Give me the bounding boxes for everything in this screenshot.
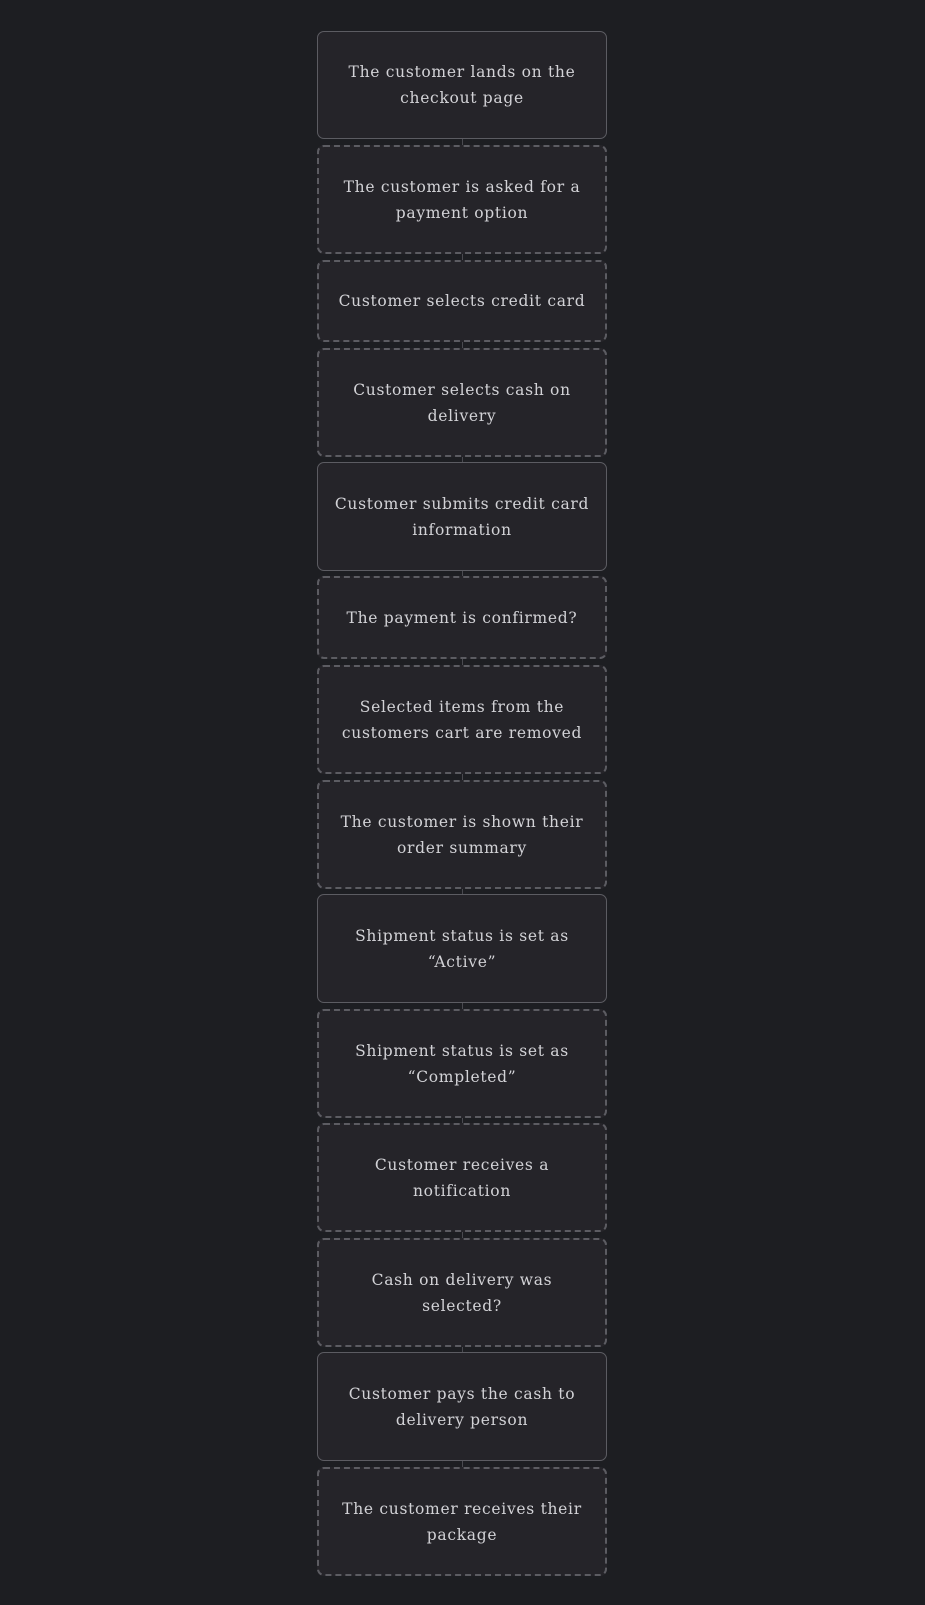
flow-step-label: Shipment status is set as “Active” — [355, 926, 569, 971]
flow-step-label: Customer submits credit card information — [334, 494, 590, 539]
flow-step-label: Selected items from the customers cart a… — [341, 697, 583, 742]
flow-step-label: Customer pays the cash to delivery perso… — [348, 1384, 576, 1429]
flow-step-8: The customer is shown their order summar… — [317, 780, 607, 889]
flow-step-label: Cash on delivery was selected? — [371, 1270, 553, 1315]
flow-step-label: The customer is shown their order summar… — [340, 812, 584, 857]
flow-step-label: Customer receives a notification — [374, 1155, 550, 1200]
flow-diagram: The customer lands on the checkout page … — [0, 0, 925, 1605]
flow-step-7: Selected items from the customers cart a… — [317, 665, 607, 774]
flow-step-1: The customer lands on the checkout page — [317, 31, 607, 139]
flow-step-3: Customer selects credit card — [317, 260, 607, 342]
flow-step-label: The customer receives their package — [342, 1499, 582, 1544]
flow-step-label: Customer selects credit card — [338, 292, 586, 310]
flow-step-9: Shipment status is set as “Active” — [317, 894, 607, 1003]
flow-step-label: Customer selects cash on delivery — [353, 380, 571, 425]
flow-step-12: Cash on delivery was selected? — [317, 1238, 607, 1347]
flow-step-11: Customer receives a notification — [317, 1123, 607, 1232]
flow-step-2: The customer is asked for a payment opti… — [317, 145, 607, 254]
flow-step-label: The customer lands on the checkout page — [348, 63, 576, 107]
flow-step-label: The customer is asked for a payment opti… — [343, 177, 581, 222]
flow-step-10: Shipment status is set as “Completed” — [317, 1009, 607, 1118]
flow-step-13: Customer pays the cash to delivery perso… — [317, 1352, 607, 1461]
flow-step-6: The payment is confirmed? — [317, 576, 607, 659]
flow-step-label: Shipment status is set as “Completed” — [355, 1041, 569, 1086]
flow-step-14: The customer receives their package — [317, 1467, 607, 1576]
flow-step-label: The payment is confirmed? — [346, 608, 578, 627]
flow-step-5: Customer submits credit card information — [317, 462, 607, 571]
flow-step-4: Customer selects cash on delivery — [317, 348, 607, 457]
